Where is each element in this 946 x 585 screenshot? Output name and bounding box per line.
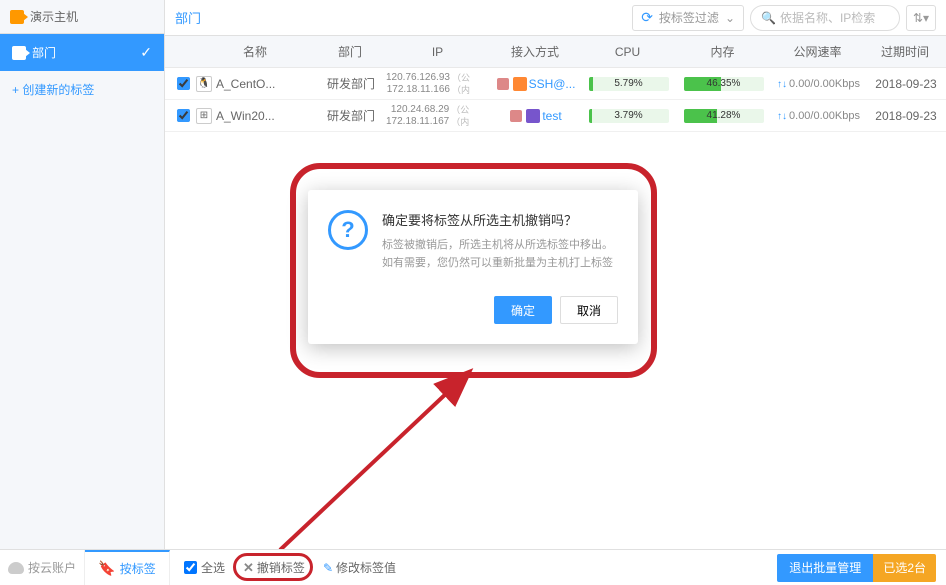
annotation-arrow	[270, 360, 490, 560]
question-icon: ?	[328, 210, 368, 250]
revoke-label: 撤销标签	[257, 559, 305, 576]
select-all-label: 全选	[201, 559, 225, 576]
selected-count: 已选2台	[873, 554, 936, 582]
tag-icon: 🔖	[98, 560, 115, 577]
close-icon: ✕	[243, 560, 254, 576]
modal-overlay: ? 确定要将标签从所选主机撤销吗？ 标签被撤销后，所选主机将从所选标签中移出。如…	[0, 0, 946, 585]
ok-button[interactable]: 确定	[494, 296, 552, 324]
dialog-title: 确定要将标签从所选主机撤销吗？	[382, 210, 618, 229]
cloud-icon	[8, 562, 24, 574]
dialog-desc: 标签被撤销后，所选主机将从所选标签中移出。如有需要，您仍然可以重新批量为主机打上…	[382, 237, 618, 272]
exit-batch-button[interactable]: 退出批量管理	[777, 554, 873, 582]
cancel-button[interactable]: 取消	[560, 296, 618, 324]
modify-label: 修改标签值	[336, 559, 396, 576]
revoke-tag-button[interactable]: ✕ 撤销标签	[243, 559, 305, 576]
tab-label: 按标签	[120, 560, 156, 577]
select-all-input[interactable]	[184, 561, 197, 574]
confirm-dialog: ? 确定要将标签从所选主机撤销吗？ 标签被撤销后，所选主机将从所选标签中移出。如…	[308, 190, 638, 344]
select-all-checkbox[interactable]: 全选	[184, 559, 225, 576]
tab-by-tag[interactable]: 🔖 按标签	[85, 550, 170, 585]
tab-label: 按云账户	[28, 559, 76, 576]
bottom-bar: 按云账户 🔖 按标签 全选 ✕ 撤销标签 ✎ 修改标签值 退出批量管理 已选2台	[0, 549, 946, 585]
tab-by-cloud[interactable]: 按云账户	[0, 550, 85, 585]
modify-tag-button[interactable]: ✎ 修改标签值	[323, 559, 396, 576]
edit-icon: ✎	[323, 561, 333, 575]
